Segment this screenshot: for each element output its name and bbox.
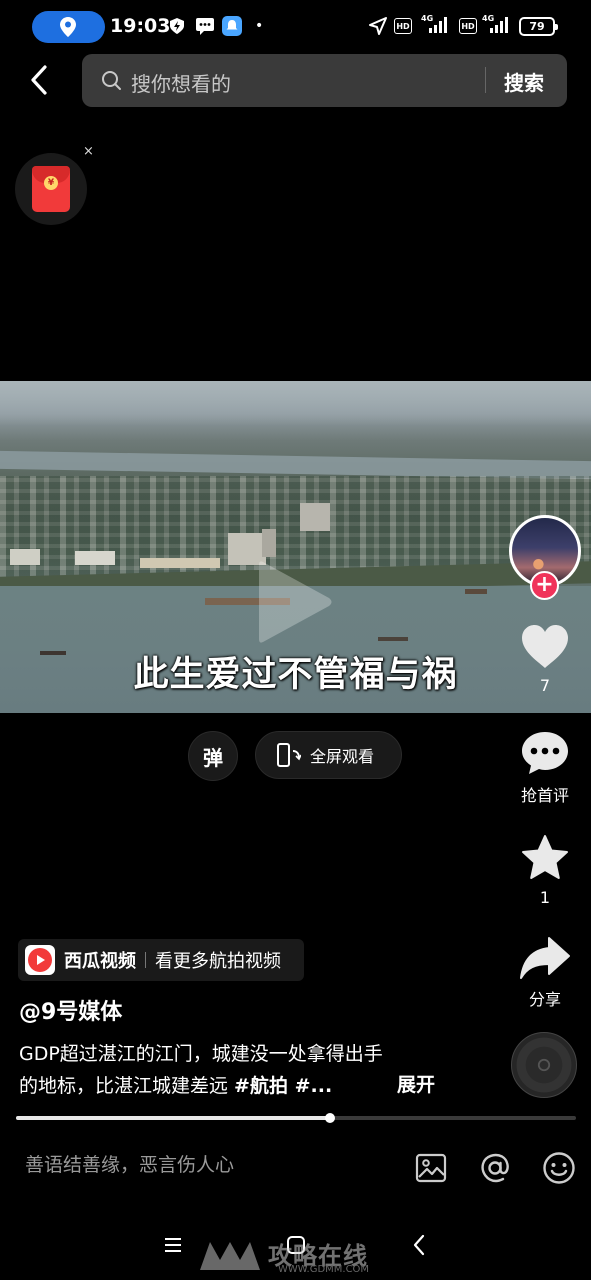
- music-disc[interactable]: [511, 1032, 577, 1098]
- watermark: 攻略在线 WWW.GDMM.COM: [198, 1236, 398, 1276]
- red-packet-close-button[interactable]: ×: [83, 144, 94, 159]
- share-arrow-icon: [520, 937, 570, 979]
- xigua-promo-tag[interactable]: 西瓜视频 看更多航拍视频: [18, 939, 304, 981]
- author-name[interactable]: @9号媒体: [19, 994, 122, 1026]
- mention-icon[interactable]: [477, 1150, 513, 1186]
- search-divider: [485, 67, 486, 93]
- status-time: 19:03: [110, 15, 171, 37]
- favorite-count: 1: [539, 888, 551, 907]
- menu-icon[interactable]: [164, 1237, 182, 1253]
- xigua-app-name: 西瓜视频: [64, 951, 136, 972]
- play-icon: [259, 561, 332, 643]
- location-pill[interactable]: [32, 11, 105, 43]
- video-subtitle: 此生爱过不管福与祸: [133, 655, 458, 695]
- hd-badge-1: HD: [394, 18, 412, 34]
- signal-icon-2: 4G: [480, 13, 512, 35]
- heart-icon: [522, 625, 568, 668]
- search-icon: [102, 71, 121, 90]
- rotate-screen-icon: [277, 743, 301, 767]
- video-player[interactable]: 此生爱过不管福与祸: [0, 381, 591, 713]
- red-envelope-icon: ¥: [32, 166, 70, 212]
- search-bar[interactable]: 搜你想看的 搜索: [82, 54, 567, 107]
- message-icon: [195, 15, 215, 37]
- like-button[interactable]: 7: [505, 624, 585, 695]
- signal-icon-1: 4G: [419, 13, 451, 35]
- video-description: GDP超过湛江的江门，城建没一处拿得出手 的地标，比湛江城建差远 #航拍 #..…: [19, 1038, 449, 1102]
- progress-fill: [16, 1116, 330, 1120]
- location-pin-icon: [60, 17, 76, 37]
- chevron-left-icon: [31, 65, 47, 95]
- dot-icon: •: [255, 18, 264, 34]
- danmu-toggle-button[interactable]: 弹: [188, 731, 238, 781]
- red-packet-widget[interactable]: ¥: [15, 153, 87, 225]
- battery-indicator: 79: [519, 17, 558, 36]
- description-line-2: 的地标，比湛江城建差远 #航拍 #...: [19, 1075, 333, 1097]
- hashtag-more: #...: [287, 1075, 333, 1097]
- expand-button[interactable]: 展开: [397, 1070, 435, 1097]
- app-notification-icon: [222, 15, 242, 37]
- emoji-icon[interactable]: [541, 1150, 577, 1186]
- comment-button[interactable]: 抢首评: [505, 730, 585, 806]
- back-nav-icon[interactable]: [412, 1234, 426, 1256]
- like-count: 7: [539, 676, 551, 695]
- image-icon[interactable]: [413, 1150, 449, 1186]
- hd-badge-2: HD: [459, 18, 477, 34]
- comment-input[interactable]: 善语结善缘，恶言伤人心: [25, 1150, 234, 1177]
- more-aerial-videos-link[interactable]: 看更多航拍视频: [155, 947, 281, 973]
- status-bar: 19:03 • HD 4G HD 4G 79: [0, 0, 591, 48]
- watermark-logo-icon: [200, 1242, 260, 1270]
- description-line-1: GDP超过湛江的江门，城建没一处拿得出手: [19, 1043, 383, 1065]
- xigua-logo-icon: [25, 945, 55, 975]
- navigation-arrow-icon: [369, 15, 387, 37]
- video-progress-bar[interactable]: [16, 1113, 576, 1123]
- power-saving-icon: [168, 15, 186, 37]
- back-button[interactable]: [22, 63, 56, 97]
- star-icon: [522, 835, 568, 879]
- progress-knob[interactable]: [324, 1113, 335, 1123]
- follow-button[interactable]: +: [530, 571, 559, 600]
- hashtag-aerial[interactable]: #航拍: [234, 1075, 288, 1097]
- favorite-button[interactable]: 1: [505, 834, 585, 907]
- fullscreen-label: 全屏观看: [310, 747, 375, 766]
- share-button[interactable]: 分享: [505, 936, 585, 1010]
- share-label: 分享: [528, 990, 561, 1009]
- comment-label: 抢首评: [520, 786, 569, 805]
- comment-bubble-icon: [522, 732, 568, 774]
- search-button[interactable]: 搜索: [504, 67, 544, 96]
- fullscreen-button[interactable]: 全屏观看: [255, 731, 402, 779]
- search-placeholder[interactable]: 搜你想看的: [131, 68, 231, 97]
